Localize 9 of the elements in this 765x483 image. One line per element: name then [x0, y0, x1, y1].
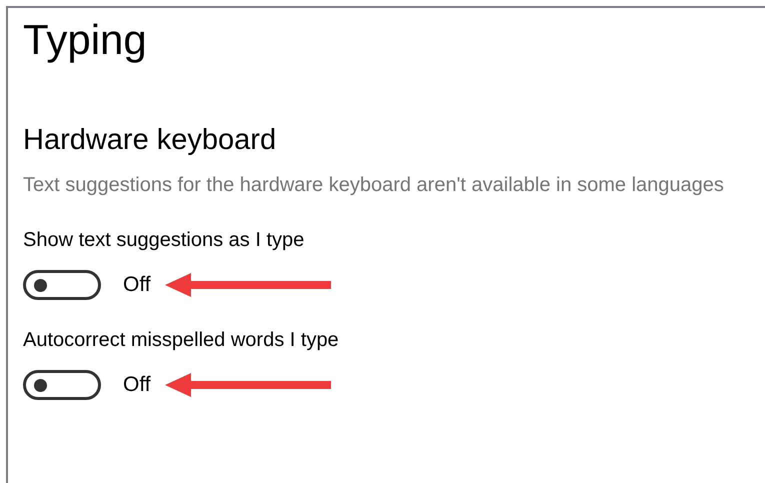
toggle-switch[interactable]: [23, 370, 101, 400]
section-description: Text suggestions for the hardware keyboard aren't available in some languages: [23, 173, 725, 198]
toggle-state-text: Off: [123, 273, 151, 297]
page-title: Typing: [23, 15, 148, 65]
setting-label: Autocorrect misspelled words I type: [23, 328, 340, 353]
section-heading: Hardware keyboard: [23, 123, 278, 158]
toggle-state-text: Off: [123, 373, 151, 397]
setting-label: Show text suggestions as I type: [23, 228, 306, 253]
toggle-switch[interactable]: [23, 270, 101, 300]
